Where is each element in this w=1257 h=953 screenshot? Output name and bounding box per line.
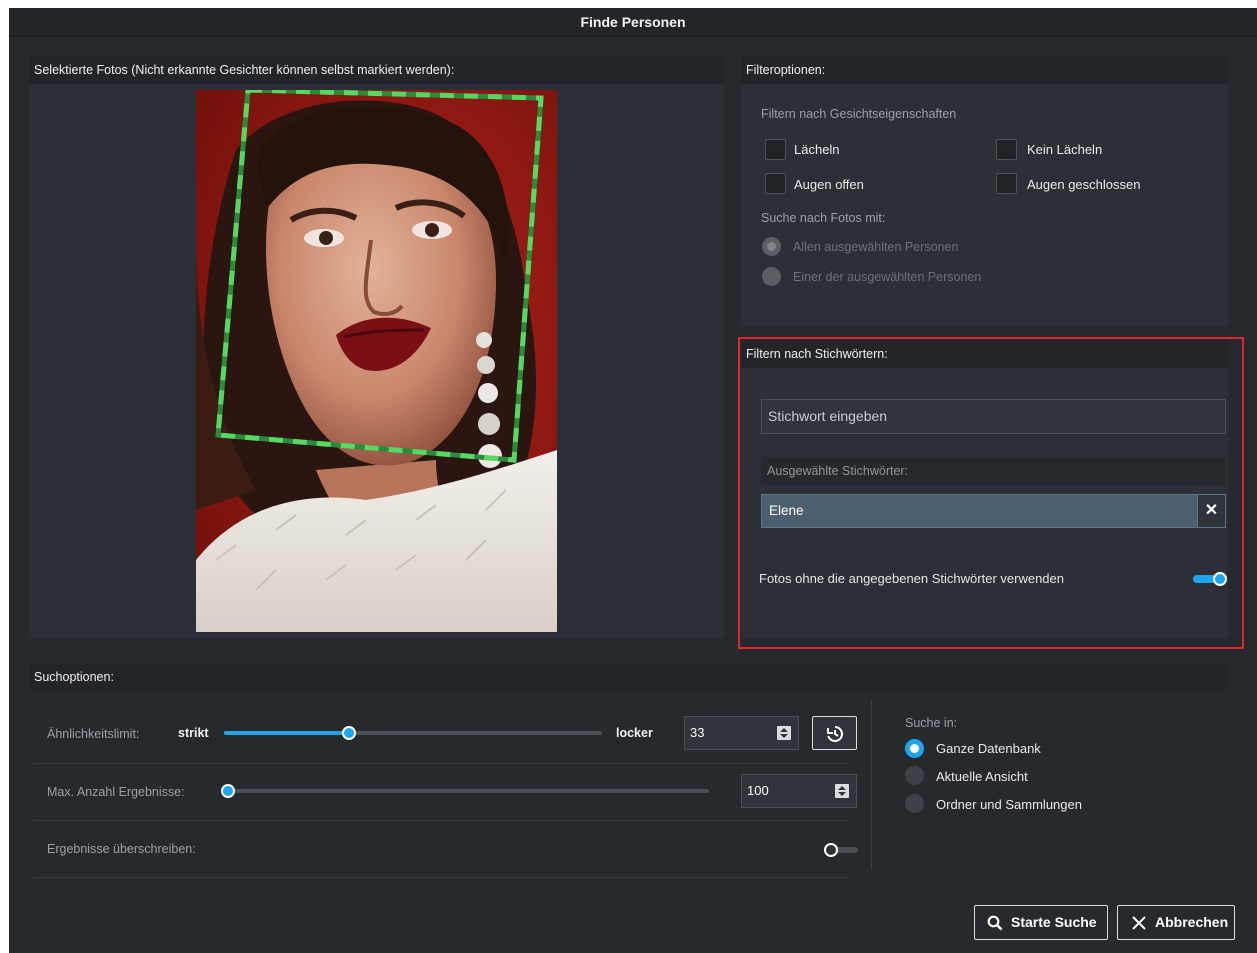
similarity-max-label: locker (616, 726, 653, 740)
divider (34, 820, 848, 821)
highlight-box (738, 337, 1244, 649)
eyes-open-checkbox[interactable] (765, 173, 786, 194)
search-photos-with-label: Suche nach Fotos mit: (761, 211, 886, 225)
folders-collections-radio-label: Ordner und Sammlungen (936, 797, 1082, 812)
max-results-slider[interactable] (224, 789, 709, 793)
selected-photos-panel: Selektierte Fotos (Nicht erkannte Gesich… (29, 56, 724, 638)
search-in-label: Suche in: (905, 716, 958, 730)
no-smile-checkbox[interactable] (996, 139, 1017, 160)
all-persons-radio[interactable] (762, 237, 781, 256)
vertical-divider (871, 700, 872, 870)
similarity-spinbox[interactable]: 33 (684, 716, 799, 750)
max-results-slider-handle[interactable] (221, 784, 235, 798)
start-search-button[interactable]: Starte Suche (974, 905, 1108, 940)
eyes-open-checkbox-label: Augen offen (794, 177, 864, 192)
similarity-slider-fill (224, 731, 349, 735)
no-smile-checkbox-label: Kein Lächeln (1027, 142, 1103, 157)
spin-arrows-icon[interactable] (777, 726, 791, 740)
start-search-label: Starte Suche (1011, 914, 1097, 930)
reset-similarity-button[interactable] (812, 716, 857, 750)
overwrite-results-toggle[interactable] (824, 843, 858, 857)
max-results-spinbox[interactable]: 100 (741, 774, 857, 808)
current-view-radio-label: Aktuelle Ansicht (936, 769, 1028, 784)
divider (34, 763, 848, 764)
similarity-label: Ähnlichkeitslimit: (47, 727, 140, 741)
whole-database-radio[interactable] (905, 739, 924, 758)
smile-checkbox[interactable] (765, 139, 786, 160)
close-icon (1132, 916, 1146, 930)
folders-collections-radio[interactable] (905, 794, 924, 813)
history-reset-icon (827, 726, 843, 742)
current-view-radio[interactable] (905, 766, 924, 785)
spin-arrows-icon[interactable] (835, 784, 849, 798)
filter-options-panel: Filteroptionen: Filtern nach Gesichtseig… (741, 56, 1228, 326)
face-attributes-label: Filtern nach Gesichtseigenschaften (761, 107, 957, 121)
divider (34, 877, 848, 878)
portrait-photo[interactable] (196, 90, 557, 632)
toggle-knob (824, 843, 838, 857)
any-person-radio-label: Einer der ausgewählten Personen (793, 270, 982, 284)
cancel-label: Abbrechen (1155, 914, 1229, 930)
cancel-button[interactable]: Abbrechen (1117, 905, 1235, 940)
all-persons-radio-label: Allen ausgewählten Personen (793, 240, 959, 254)
overwrite-results-label: Ergebnisse überschreiben: (47, 842, 196, 856)
max-results-label: Max. Anzahl Ergebnisse: (47, 785, 185, 799)
filter-options-header: Filteroptionen: (741, 56, 1228, 84)
eyes-closed-checkbox[interactable] (996, 173, 1017, 194)
eyes-closed-checkbox-label: Augen geschlossen (1027, 177, 1141, 192)
dialog-title: Finde Personen (9, 8, 1257, 37)
search-options-header: Suchoptionen: (29, 663, 1228, 691)
similarity-min-label: strikt (178, 726, 209, 740)
selected-photos-header: Selektierte Fotos (Nicht erkannte Gesich… (29, 56, 724, 84)
similarity-value: 33 (690, 725, 705, 740)
whole-database-radio-label: Ganze Datenbank (936, 741, 1041, 756)
smile-checkbox-label: Lächeln (794, 142, 840, 157)
max-results-value: 100 (747, 783, 769, 798)
search-icon (987, 915, 1003, 931)
portrait-illustration (196, 90, 557, 632)
any-person-radio[interactable] (762, 267, 781, 286)
similarity-slider-handle[interactable] (342, 726, 356, 740)
